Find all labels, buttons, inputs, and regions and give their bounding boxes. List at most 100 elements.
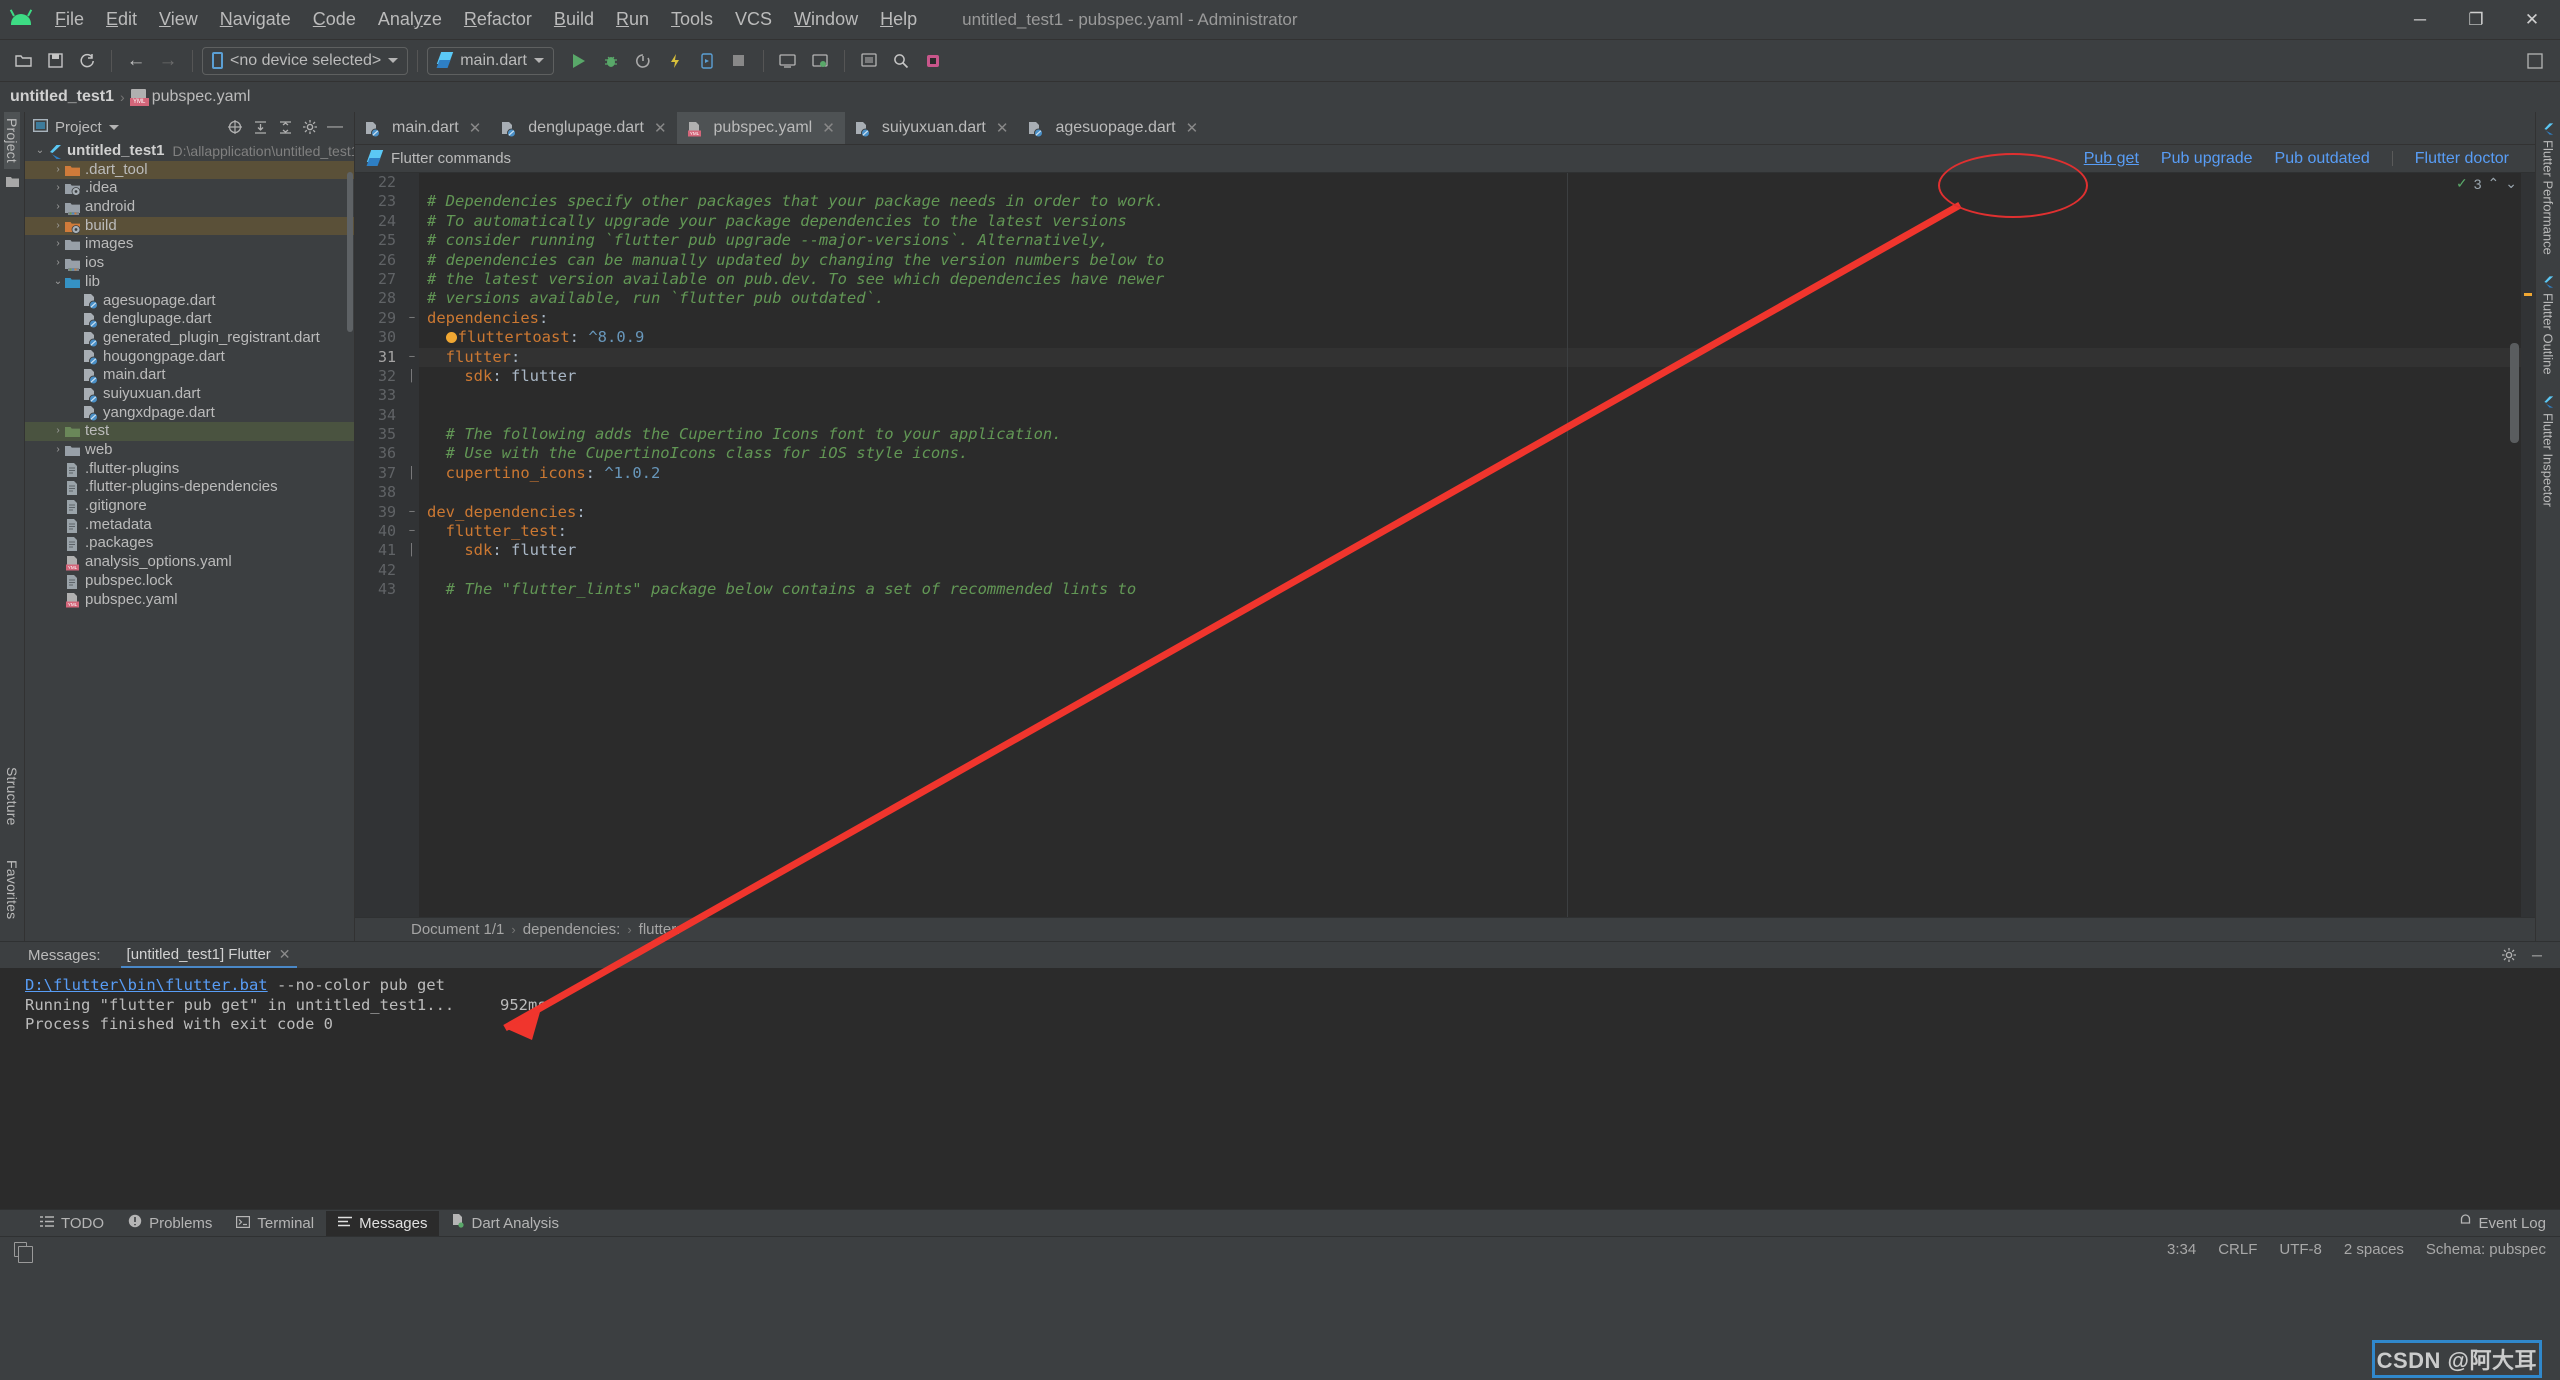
pub-link-pub-outdated[interactable]: Pub outdated — [2275, 150, 2370, 168]
bottom-tool-todo[interactable]: TODO — [28, 1211, 116, 1236]
tree-item-analysis-options-yaml[interactable]: YMLanalysis_options.yaml — [25, 553, 354, 572]
breadcrumb-item[interactable]: flutter: — [639, 921, 681, 938]
code-editor[interactable]: 2223242526272829303132333435363738394041… — [355, 173, 2535, 917]
menu-item-navigate[interactable]: Navigate — [209, 5, 302, 34]
search-everywhere-icon[interactable] — [886, 46, 916, 76]
tree-twisty-icon[interactable]: › — [51, 235, 65, 254]
code-line[interactable]: # Dependencies specify other packages th… — [419, 192, 2535, 211]
file-encoding[interactable]: UTF-8 — [2279, 1241, 2322, 1258]
messages-output[interactable]: D:\flutter\bin\flutter.bat --no-color pu… — [0, 968, 2560, 1209]
code-line[interactable]: dev_dependencies: — [419, 503, 2535, 522]
code-line[interactable]: # The following adds the Cupertino Icons… — [419, 425, 2535, 444]
menu-item-file[interactable]: File — [44, 5, 95, 34]
code-line[interactable] — [419, 406, 2535, 425]
scroll-from-source-icon[interactable] — [224, 116, 246, 138]
fold-marker[interactable] — [405, 251, 419, 270]
tree-item--gitignore[interactable]: .gitignore — [25, 497, 354, 516]
tree-twisty-icon[interactable]: › — [51, 217, 65, 236]
tree-twisty-icon[interactable]: › — [51, 161, 65, 180]
code-line[interactable]: # To automatically upgrade your package … — [419, 212, 2535, 231]
code-line[interactable] — [419, 173, 2535, 192]
tree-item--idea[interactable]: ›.idea — [25, 179, 354, 198]
editor-tab-suiyuxuan-dart[interactable]: suiyuxuan.dart✕ — [845, 112, 1019, 144]
menu-item-refactor[interactable]: Refactor — [453, 5, 543, 34]
sdk-manager-button[interactable] — [805, 46, 835, 76]
run-configuration-selector[interactable]: main.dart — [427, 47, 554, 75]
code-line[interactable]: # Use with the CupertinoIcons class for … — [419, 444, 2535, 463]
code-line[interactable]: # versions available, run `flutter pub o… — [419, 289, 2535, 308]
fold-marker[interactable]: − — [405, 348, 419, 367]
fold-marker[interactable] — [405, 192, 419, 211]
device-selector[interactable]: <no device selected> — [202, 47, 408, 75]
menu-item-run[interactable]: Run — [605, 5, 660, 34]
tree-item-web[interactable]: ›web — [25, 441, 354, 460]
schema-indicator[interactable]: Schema: pubspec — [2426, 1241, 2546, 1258]
fold-marker[interactable]: │ — [405, 464, 419, 483]
indent-setting[interactable]: 2 spaces — [2344, 1241, 2404, 1258]
tree-item--flutter-plugins-dependencies[interactable]: .flutter-plugins-dependencies — [25, 478, 354, 497]
fold-marker[interactable] — [405, 328, 419, 347]
fold-marker[interactable] — [405, 561, 419, 580]
message-link[interactable]: D:\flutter\bin\flutter.bat — [25, 976, 268, 994]
editor-breadcrumbs[interactable]: Document 1/1›dependencies:›flutter: — [355, 917, 2535, 941]
close-tab-icon[interactable]: ✕ — [996, 119, 1009, 137]
close-tab-icon[interactable]: ✕ — [1186, 119, 1199, 137]
tree-item-lib[interactable]: ⌄lib — [25, 273, 354, 292]
code-line[interactable]: sdk: flutter — [419, 367, 2535, 386]
save-icon[interactable] — [40, 46, 70, 76]
run-button[interactable] — [564, 46, 594, 76]
fold-marker[interactable] — [405, 406, 419, 425]
tree-item-main-dart[interactable]: main.dart — [25, 366, 354, 385]
tool-window-flutter-outline[interactable]: Flutter Outline — [2541, 275, 2556, 375]
menu-bar[interactable]: FileEditViewNavigateCodeAnalyzeRefactorB… — [44, 5, 928, 34]
menu-item-tools[interactable]: Tools — [660, 5, 724, 34]
menu-item-analyze[interactable]: Analyze — [367, 5, 453, 34]
tool-window-favorites[interactable]: Favorites — [4, 854, 20, 925]
code-line[interactable] — [419, 561, 2535, 580]
fold-marker[interactable] — [405, 444, 419, 463]
tree-item-suiyuxuan-dart[interactable]: suiyuxuan.dart — [25, 385, 354, 404]
hide-panel-icon[interactable]: — — [324, 116, 346, 138]
device-manager-button[interactable] — [773, 46, 803, 76]
navbar-file[interactable]: pubspec.yaml — [152, 88, 251, 106]
messages-tab[interactable]: [untitled_test1] Flutter ✕ — [121, 942, 297, 968]
editor-tab-denglupage-dart[interactable]: denglupage.dart✕ — [491, 112, 676, 144]
intention-bulb-icon[interactable] — [446, 332, 457, 343]
tree-twisty-icon[interactable]: › — [51, 422, 65, 441]
collapse-all-icon[interactable] — [274, 116, 296, 138]
menu-item-view[interactable]: View — [148, 5, 209, 34]
event-log-button[interactable]: Event Log — [2459, 1214, 2560, 1232]
code-content[interactable]: # Dependencies specify other packages th… — [419, 173, 2535, 917]
code-line[interactable]: sdk: flutter — [419, 541, 2535, 560]
editor-scrollbar[interactable] — [2510, 343, 2519, 443]
tree-twisty-icon[interactable]: › — [51, 198, 65, 217]
fold-marker[interactable]: − — [405, 522, 419, 541]
navbar-project[interactable]: untitled_test1 — [10, 88, 114, 106]
tree-item-ios[interactable]: ›ios — [25, 254, 354, 273]
profile-button[interactable] — [628, 46, 658, 76]
hide-messages-icon[interactable]: ─ — [2526, 944, 2548, 966]
tree-twisty-icon[interactable]: › — [51, 179, 65, 198]
code-line[interactable]: # consider running `flutter pub upgrade … — [419, 231, 2535, 250]
tree-twisty-icon[interactable]: › — [51, 441, 65, 460]
tool-window-flutter-inspector[interactable]: Flutter Inspector — [2541, 395, 2556, 507]
project-tree-scrollbar[interactable] — [347, 172, 353, 332]
fold-marker[interactable]: │ — [405, 367, 419, 386]
code-line[interactable]: flutter: — [419, 348, 2535, 367]
menu-item-help[interactable]: Help — [869, 5, 928, 34]
fold-marker[interactable]: − — [405, 309, 419, 328]
tree-item-pubspec-lock[interactable]: pubspec.lock — [25, 572, 354, 591]
fold-marker[interactable] — [405, 425, 419, 444]
tree-item-pubspec-yaml[interactable]: YMLpubspec.yaml — [25, 591, 354, 610]
maximize-button[interactable]: ❐ — [2448, 0, 2504, 40]
code-folding-column[interactable]: −−││−−│ — [405, 173, 419, 917]
fold-marker[interactable] — [405, 289, 419, 308]
fold-marker[interactable] — [405, 270, 419, 289]
close-tab-icon[interactable]: ✕ — [822, 119, 835, 137]
bottom-tool-messages[interactable]: Messages — [326, 1211, 439, 1236]
editor-tab-agesuopage-dart[interactable]: agesuopage.dart✕ — [1018, 112, 1208, 144]
fold-marker[interactable] — [405, 483, 419, 502]
bottom-tool-dart-analysis[interactable]: Dart Analysis — [439, 1210, 571, 1236]
debug-button[interactable] — [596, 46, 626, 76]
fold-marker[interactable] — [405, 173, 419, 192]
